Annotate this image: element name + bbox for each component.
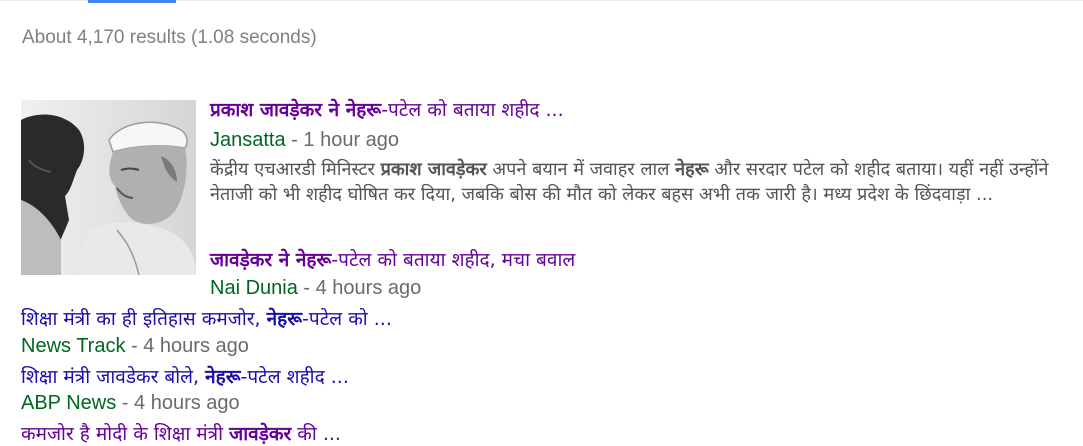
source-name[interactable]: Nai Dunia	[210, 277, 298, 299]
title-text: की ...	[291, 423, 341, 445]
title-bold-text: जावड़ेकर ने नेहरू	[210, 249, 332, 271]
title-text: शिक्षा मंत्री का ही इतिहास कमजोर,	[21, 308, 267, 330]
snippet-bold-text: प्रकाश जावड़ेकर	[380, 159, 487, 180]
result-stats: About 4,170 results (1.08 seconds)	[22, 27, 317, 48]
related-story-link[interactable]: शिक्षा मंत्री जावडेकर बोले, नेहरू-पटेल श…	[21, 365, 349, 389]
title-text: -पटेल को बताया शहीद ...	[381, 99, 564, 121]
related-story-meta: News Track - 4 hours ago	[21, 334, 249, 358]
timestamp: 4 hours ago	[315, 277, 422, 299]
timestamp: 4 hours ago	[134, 392, 240, 414]
meta-separator: -	[297, 277, 316, 299]
title-bold-text: नेहरू	[205, 366, 241, 388]
related-story-link[interactable]: शिक्षा मंत्री का ही इतिहास कमजोर, नेहरू-…	[21, 307, 392, 331]
title-text: -पटेल को ...	[302, 308, 392, 330]
title-text: -पटेल शहीद ...	[240, 366, 349, 388]
snippet-bold-text: नेहरू	[675, 159, 709, 180]
snippet-text: अपने बयान में जवाहर लाल	[486, 159, 676, 180]
related-story-link[interactable]: जावड़ेकर ने नेहरू-पटेल को बताया शहीद, मच…	[210, 248, 575, 272]
meta-separator: -	[285, 129, 304, 151]
source-name[interactable]: News Track	[21, 335, 125, 357]
snippet-text: केंद्रीय एचआरडी मिनिस्टर	[210, 159, 381, 180]
active-tab-indicator	[88, 0, 176, 3]
source-name[interactable]: ABP News	[21, 392, 116, 414]
title-bold-text: नेहरू	[266, 308, 303, 330]
title-text: शिक्षा मंत्री जावडेकर बोले,	[21, 366, 206, 388]
title-bold-text: प्रकाश जावड़ेकर ने नेहरू	[210, 99, 382, 121]
news-thumbnail-image[interactable]	[21, 100, 196, 275]
title-text: -पटेल को बताया शहीद, मचा बवाल	[331, 249, 576, 271]
meta-separator: -	[125, 335, 144, 357]
related-story-meta: Nai Dunia - 4 hours ago	[210, 276, 421, 300]
related-story-meta: ABP News - 4 hours ago	[21, 391, 240, 415]
top-story-meta: Jansatta - 1 hour ago	[210, 128, 399, 152]
timestamp: 4 hours ago	[143, 335, 249, 357]
top-story-title-link[interactable]: प्रकाश जावड़ेकर ने नेहरू-पटेल को बताया श…	[210, 98, 564, 122]
title-text: कमजोर है मोदी के शिक्षा मंत्री	[21, 423, 230, 445]
source-name[interactable]: Jansatta	[210, 129, 286, 151]
top-story-snippet: केंद्रीय एचआरडी मिनिस्टर प्रकाश जावड़ेकर…	[210, 157, 1072, 207]
photo-thumbnail-icon	[21, 100, 196, 275]
related-story-link[interactable]: कमजोर है मोदी के शिक्षा मंत्री जावड़ेकर …	[21, 422, 341, 446]
timestamp: 1 hour ago	[303, 129, 400, 151]
title-bold-text: जावड़ेकर	[229, 423, 292, 445]
meta-separator: -	[116, 392, 135, 414]
